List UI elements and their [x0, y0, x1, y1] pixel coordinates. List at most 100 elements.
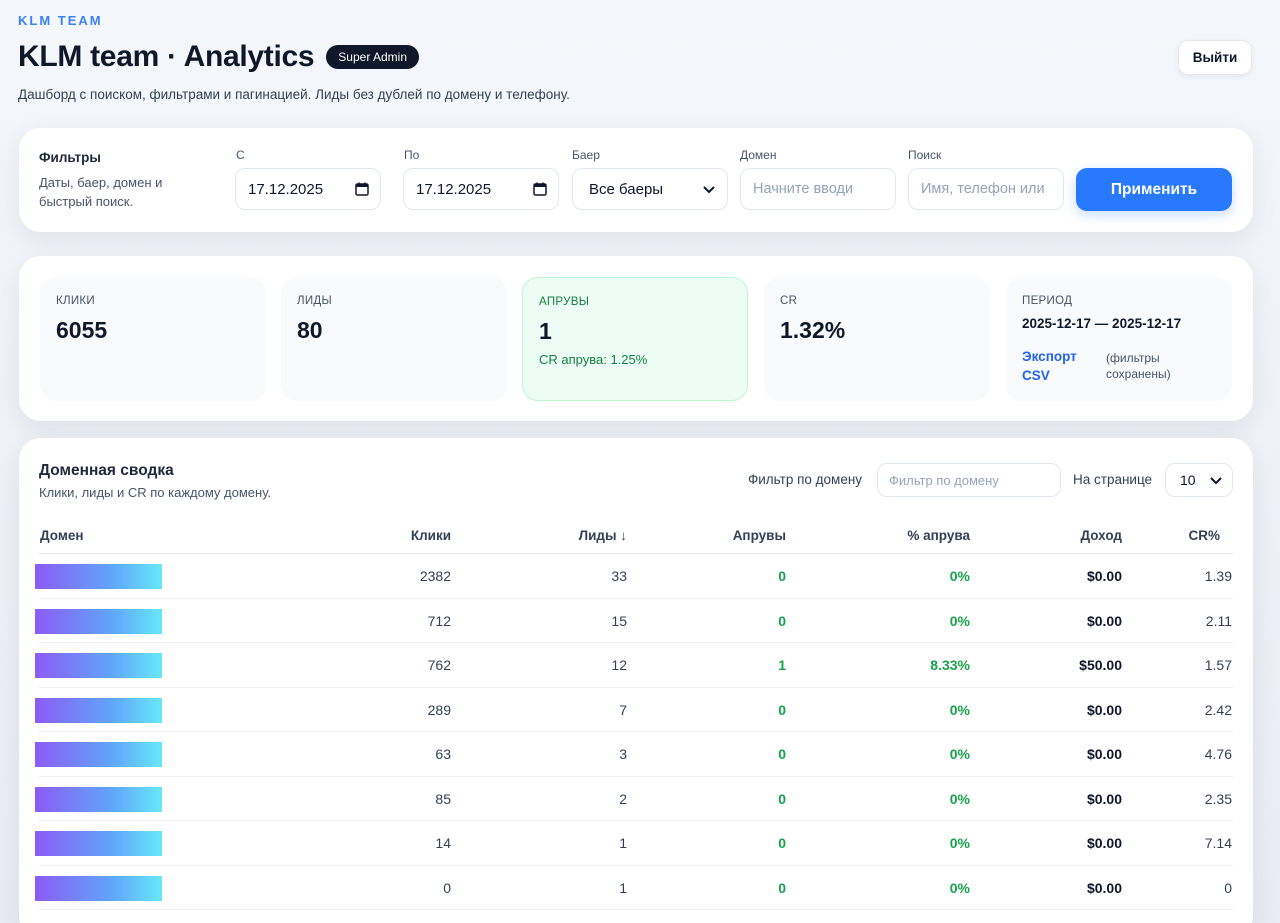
role-badge: Super Admin: [326, 45, 420, 69]
cell-cr: 1.57: [1204, 657, 1232, 673]
stat-leads: ЛИДЫ 80: [281, 277, 507, 401]
cell-cr: 1.39: [1204, 568, 1232, 584]
cell-approve-pct: 0%: [949, 835, 970, 851]
cell-cr: 2.11: [1205, 612, 1232, 629]
domain-name-redacted[interactable]: [35, 875, 162, 901]
cell-approves: 0: [778, 790, 786, 807]
col-approves[interactable]: Апрувы: [733, 528, 786, 543]
stat-label: ПЕРИОД: [1022, 295, 1073, 307]
cell-clicks: 762: [427, 657, 451, 673]
buyer-label: Баер: [572, 148, 600, 162]
domain-summary-heading: Доменная сводка: [39, 462, 174, 479]
domain-placeholder: Начните вводи: [753, 181, 853, 197]
export-csv-link[interactable]: Экспорт CSV: [1022, 347, 1094, 385]
cell-approves: 1: [778, 657, 786, 673]
cell-leads: 33: [611, 568, 627, 584]
cell-approves: 0: [778, 746, 786, 762]
col-approve-pct[interactable]: % апрува: [907, 528, 970, 543]
page-title: KLM team · Analytics: [18, 40, 315, 73]
stat-label: АПРУВЫ: [539, 296, 590, 308]
apply-button[interactable]: Применить: [1076, 168, 1232, 211]
stat-approve-cr: CR апрува: 1.25%: [539, 352, 648, 367]
stat-cr: CR 1.32%: [764, 277, 990, 401]
col-cr[interactable]: CR%: [1188, 528, 1220, 543]
cell-approves: 0: [778, 879, 786, 896]
search-label: Поиск: [908, 148, 942, 162]
table-row: 85 2 0 0% $0.00 2.35: [35, 777, 1233, 821]
table-row: 14 1 0 0% $0.00 7.14: [35, 821, 1233, 866]
domain-name-redacted[interactable]: [35, 697, 162, 723]
domain-name-redacted[interactable]: [35, 653, 162, 678]
stat-label: КЛИКИ: [56, 295, 95, 307]
stat-label: CR: [780, 295, 798, 307]
domain-name-redacted[interactable]: [35, 564, 162, 589]
calendar-icon[interactable]: [532, 181, 548, 197]
domain-name-redacted[interactable]: [35, 786, 162, 812]
cell-clicks: 712: [427, 612, 451, 629]
cell-income: $0.00: [1086, 879, 1122, 896]
cell-approve-pct: 0%: [949, 746, 970, 762]
col-income[interactable]: Доход: [1080, 528, 1122, 543]
cell-leads: 1: [619, 835, 627, 851]
logout-button[interactable]: Выйти: [1178, 40, 1252, 75]
table-row: 63 3 0 0% $0.00 4.76: [35, 732, 1233, 777]
cell-cr: 0: [1224, 879, 1232, 896]
per-page-select[interactable]: 10: [1165, 463, 1233, 497]
table-row: 0 1 0 0% $0.00 0: [35, 866, 1233, 910]
domain-filter-input[interactable]: Фильтр по домену: [877, 463, 1061, 497]
per-page-value: 10: [1180, 472, 1196, 488]
domain-filter-label: Фильтр по домену: [748, 472, 863, 487]
buyer-value: Все баеры: [589, 180, 664, 198]
cell-approves: 0: [778, 568, 786, 584]
calendar-icon[interactable]: [354, 181, 370, 197]
cell-clicks: 63: [435, 746, 451, 762]
col-leads[interactable]: Лиды ↓: [579, 528, 627, 543]
date-to-value: 17.12.2025: [416, 180, 492, 198]
table-row: 712 15 0 0% $0.00 2.11: [35, 599, 1233, 643]
date-from-input[interactable]: 17.12.2025: [235, 168, 381, 210]
cell-income: $0.00: [1086, 612, 1122, 629]
cell-approve-pct: 0%: [949, 701, 970, 718]
cell-clicks: 2382: [419, 568, 451, 584]
cell-income: $0.00: [1086, 746, 1122, 762]
cell-income: $50.00: [1079, 657, 1122, 673]
cell-income: $0.00: [1086, 701, 1122, 718]
search-input[interactable]: Имя, телефон или: [908, 168, 1064, 210]
table-header: Домен Клики Лиды ↓ Апрувы % апрува Доход…: [39, 520, 1233, 554]
stat-clicks: КЛИКИ 6055: [40, 277, 266, 401]
per-page-label: На странице: [1073, 472, 1153, 487]
cell-leads: 7: [619, 701, 627, 718]
domain-label: Домен: [740, 148, 777, 162]
date-to-input[interactable]: 17.12.2025: [403, 168, 559, 210]
domain-name-redacted[interactable]: [35, 831, 162, 856]
buyer-select[interactable]: Все баеры: [572, 168, 728, 210]
cell-leads: 2: [619, 790, 627, 807]
filters-description: Даты, баер, домен и быстрый поиск.: [39, 175, 163, 209]
cell-cr: 4.76: [1204, 746, 1232, 762]
title-row: KLM team · Analytics Super Admin: [18, 40, 420, 74]
domain-summary-card: Доменная сводка Клики, лиды и CR по кажд…: [19, 438, 1253, 923]
stat-value: 1: [539, 318, 552, 344]
domain-name-redacted[interactable]: [35, 608, 162, 634]
page-subtitle: Дашборд с поиском, фильтрами и пагинацие…: [18, 87, 570, 102]
table-row: 762 12 1 8.33% $50.00 1.57: [35, 643, 1233, 688]
cell-leads: 3: [619, 746, 627, 762]
cell-approve-pct: 0%: [949, 790, 970, 807]
domain-summary-description: Клики, лиды и CR по каждому домену.: [39, 485, 272, 500]
domain-input[interactable]: Начните вводи: [740, 168, 896, 210]
cell-cr: 2.35: [1204, 790, 1232, 807]
brand-label: KLM TEAM: [18, 13, 103, 28]
stat-value: 1.32%: [780, 317, 846, 343]
cell-approves: 0: [778, 701, 786, 718]
table-row: 2382 33 0 0% $0.00 1.39: [35, 554, 1233, 599]
chevron-down-icon: [1210, 477, 1222, 485]
domain-name-redacted[interactable]: [35, 742, 162, 767]
cell-cr: 7.14: [1204, 835, 1232, 851]
filters-card: Фильтры Даты, баер, домен и быстрый поис…: [19, 128, 1253, 232]
col-domain[interactable]: Домен: [40, 528, 84, 543]
cell-leads: 1: [619, 879, 627, 896]
date-to-label: По: [404, 148, 420, 162]
stat-value: 6055: [56, 317, 108, 343]
cell-approve-pct: 0%: [949, 879, 970, 896]
col-clicks[interactable]: Клики: [411, 528, 451, 543]
